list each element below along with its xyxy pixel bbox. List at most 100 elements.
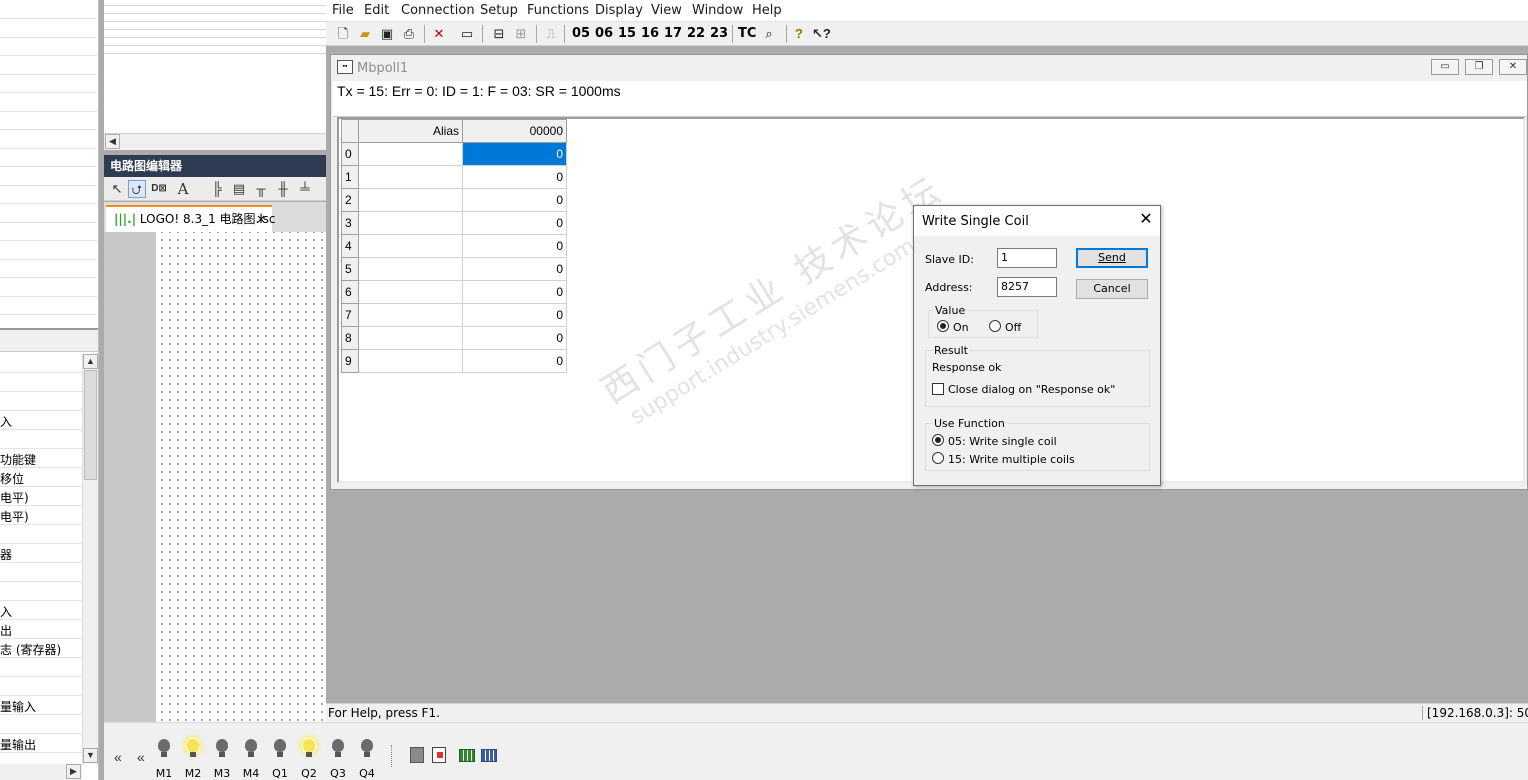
- connect-icon[interactable]: ⮍: [128, 180, 146, 198]
- tree-item[interactable]: 移位: [0, 470, 24, 487]
- save-icon[interactable]: ▣: [378, 25, 396, 43]
- alias-cell[interactable]: [358, 142, 463, 166]
- menu-window[interactable]: Window: [692, 3, 743, 18]
- function-15-button[interactable]: 15: [618, 26, 636, 41]
- grid-green-icon[interactable]: [459, 749, 475, 762]
- alias-cell[interactable]: [358, 326, 463, 350]
- horizontal-scrollbar[interactable]: ▶: [0, 764, 82, 780]
- alias-cell[interactable]: [358, 165, 463, 189]
- value-cell[interactable]: 0: [462, 257, 567, 281]
- bulb-icon[interactable]: [154, 739, 174, 757]
- row-index[interactable]: 9: [341, 349, 359, 373]
- scroll-thumb[interactable]: [84, 370, 97, 480]
- vertical-scrollbar[interactable]: ▲ ▼: [82, 354, 98, 764]
- tree-item[interactable]: 志 (寄存器): [0, 641, 61, 658]
- network-icon[interactable]: [432, 747, 446, 763]
- scroll-up-icon[interactable]: ▲: [83, 354, 98, 369]
- scroll-down-icon[interactable]: ▼: [83, 748, 98, 763]
- block-icon[interactable]: D⊠: [150, 180, 168, 198]
- child-window-titlebar[interactable]: ▪▪ Mbpoll1 ▭ ❐ ✕: [331, 55, 1527, 81]
- row-index[interactable]: 2: [341, 188, 359, 212]
- align-center-icon[interactable]: ▤: [230, 180, 248, 198]
- align-mid-icon[interactable]: ╫: [274, 180, 292, 198]
- minimize-icon[interactable]: ▭: [1431, 59, 1459, 75]
- scan-icon[interactable]: ⌕: [760, 25, 778, 43]
- tree-item[interactable]: 量输出: [0, 736, 36, 753]
- tree-item[interactable]: 入: [0, 413, 12, 430]
- alias-cell[interactable]: [358, 188, 463, 212]
- value-cell[interactable]: 0: [462, 280, 567, 304]
- help-icon[interactable]: ?: [790, 25, 808, 43]
- function-22-button[interactable]: 22: [687, 26, 705, 41]
- open-folder-icon[interactable]: ▰: [356, 25, 374, 43]
- collapse-left-icon[interactable]: «: [137, 749, 145, 765]
- pulse-icon[interactable]: ⎍: [542, 25, 560, 43]
- alias-cell[interactable]: [358, 303, 463, 327]
- align-left-icon[interactable]: ╠: [208, 180, 226, 198]
- document-tab[interactable]: |||.| LOGO! 8.3_1 电路图.lsc ×: [106, 205, 276, 232]
- menu-connection[interactable]: Connection: [401, 3, 475, 18]
- row-index[interactable]: 0: [341, 142, 359, 166]
- function-23-button[interactable]: 23: [710, 26, 728, 41]
- new-file-icon[interactable]: 🗋: [334, 25, 352, 43]
- function-05-button[interactable]: 05: [572, 26, 590, 41]
- tree-item[interactable]: 电平): [0, 489, 29, 506]
- tree-item[interactable]: 器: [0, 546, 12, 563]
- menu-file[interactable]: File: [332, 3, 354, 18]
- alias-cell[interactable]: [358, 234, 463, 258]
- slave-id-field[interactable]: 1: [997, 248, 1057, 268]
- value-cell[interactable]: 0: [462, 188, 567, 212]
- select-arrow-icon[interactable]: ↖: [108, 180, 126, 198]
- tc-button[interactable]: TC: [738, 26, 756, 41]
- menu-setup[interactable]: Setup: [480, 3, 518, 18]
- value-cell[interactable]: 0: [462, 234, 567, 258]
- close-on-ok-checkbox[interactable]: [932, 383, 944, 395]
- bulb-icon[interactable]: [270, 739, 290, 757]
- tree-item[interactable]: 电平): [0, 508, 29, 525]
- panel-splitter[interactable]: [0, 328, 98, 352]
- close-icon[interactable]: ✕: [1499, 59, 1527, 75]
- tree-item[interactable]: 出: [0, 622, 12, 639]
- window-icon[interactable]: ▭: [458, 25, 476, 43]
- close-icon[interactable]: ✕: [1136, 210, 1156, 230]
- circuit-canvas[interactable]: [156, 232, 326, 722]
- dialog-titlebar[interactable]: Write Single Coil ✕: [914, 206, 1160, 236]
- menu-display[interactable]: Display: [595, 3, 643, 18]
- cancel-button[interactable]: Cancel: [1076, 279, 1148, 299]
- context-help-icon[interactable]: ↖?: [812, 25, 831, 43]
- function-05-radio[interactable]: [932, 434, 944, 446]
- value-cell[interactable]: 0: [462, 303, 567, 327]
- menu-edit[interactable]: Edit: [364, 3, 389, 18]
- horizontal-scrollbar[interactable]: ◀: [104, 133, 326, 150]
- value-column-header[interactable]: 00000: [462, 119, 567, 143]
- alias-cell[interactable]: [358, 349, 463, 373]
- io-module-icon[interactable]: [410, 747, 424, 763]
- disconnect-icon[interactable]: ⊞: [512, 25, 530, 43]
- bulb-icon[interactable]: [183, 739, 203, 757]
- tree-item[interactable]: 功能键: [0, 451, 36, 468]
- value-cell[interactable]: 0: [462, 211, 567, 235]
- alias-cell[interactable]: [358, 211, 463, 235]
- value-cell[interactable]: 0: [462, 349, 567, 373]
- bulb-icon[interactable]: [212, 739, 232, 757]
- menu-functions[interactable]: Functions: [527, 3, 589, 18]
- row-index[interactable]: 4: [341, 234, 359, 258]
- text-icon[interactable]: A: [174, 180, 192, 198]
- align-top-icon[interactable]: ╥: [252, 180, 270, 198]
- scroll-right-icon[interactable]: ▶: [66, 764, 81, 779]
- row-index[interactable]: 3: [341, 211, 359, 235]
- grid-blue-icon[interactable]: [481, 749, 497, 762]
- send-button[interactable]: Send: [1076, 248, 1148, 268]
- alias-cell[interactable]: [358, 257, 463, 281]
- bulb-icon[interactable]: [299, 739, 319, 757]
- connect-icon[interactable]: ⊟: [490, 25, 508, 43]
- value-cell[interactable]: 0: [462, 326, 567, 350]
- scroll-left-icon[interactable]: ◀: [105, 134, 120, 149]
- function-16-button[interactable]: 16: [641, 26, 659, 41]
- collapse-left-icon[interactable]: «: [114, 749, 122, 765]
- tree-item[interactable]: 入: [0, 603, 12, 620]
- tree-item[interactable]: 量输入: [0, 698, 36, 715]
- row-index[interactable]: 7: [341, 303, 359, 327]
- close-icon[interactable]: ×: [256, 207, 266, 231]
- delete-icon[interactable]: ✕: [430, 25, 448, 43]
